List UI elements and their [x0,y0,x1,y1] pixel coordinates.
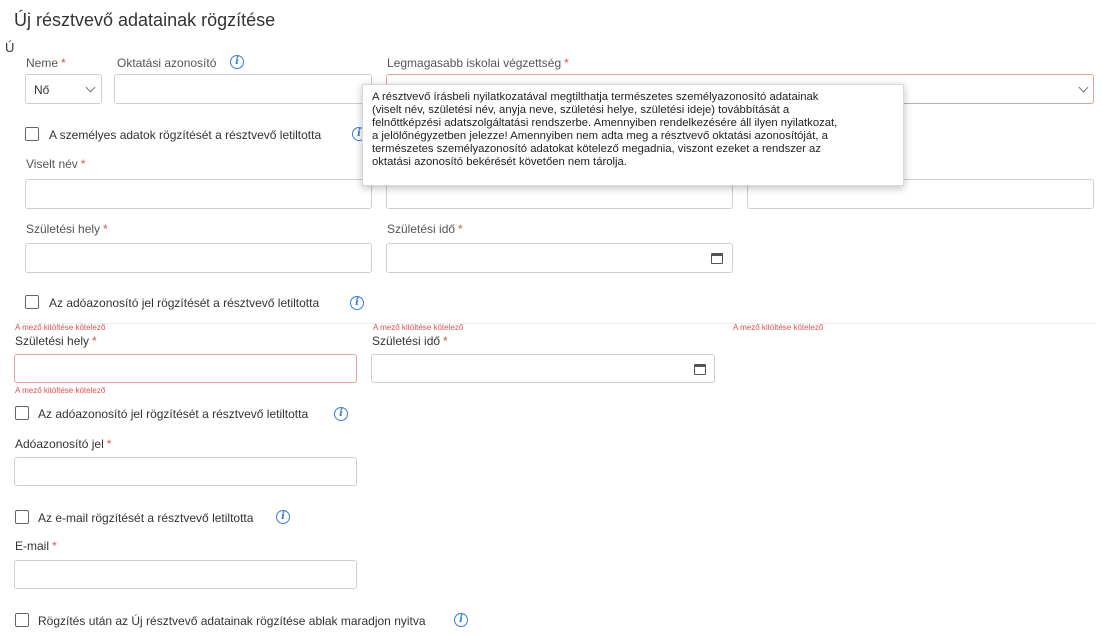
divider [14,323,1096,324]
tax-id-block-checkbox[interactable] [15,406,29,420]
birth-place-label: Születési hely * [15,334,97,348]
tax-id-block-label: Az adóazonosító jel rögzítését a résztve… [38,407,309,421]
calendar-icon [711,253,723,264]
tooltip-line: felnőttképzési adatszolgáltatási rendsze… [372,117,838,129]
chevron-down-icon [85,82,96,93]
keep-open-label: Rögzítés után az Új résztvevő adatainak … [38,614,426,628]
worn-name-input[interactable] [25,179,372,209]
personal-data-block-checkbox[interactable] [25,127,39,141]
keep-open-info-icon[interactable]: i [454,613,468,627]
email-info-icon[interactable]: i [276,510,290,524]
error-text: A mező kitöltése kötelező [15,386,106,395]
gender-label: Neme * [26,56,66,70]
email-label: E-mail * [15,539,57,553]
tax-id-block-checkbox[interactable] [25,295,39,309]
education-id-label: Oktatási azonosító [117,56,217,70]
tax-id-info-icon[interactable]: i [334,407,348,421]
birth-date-label: Születési idő * [372,334,448,348]
birth-date-input[interactable] [371,354,715,383]
tax-id-input[interactable] [14,457,357,486]
gender-value: Nő [34,83,50,97]
tooltip-line: (viselt név, születési név, anyja neve, … [372,104,790,116]
chevron-down-icon [1078,82,1089,93]
tooltip-line: oktatási azonosító bekérését követően ne… [372,156,627,168]
error-text: A mező kitöltése kötelező [15,323,106,332]
highest-education-label: Legmagasabb iskolai végzettség * [387,56,569,70]
email-input[interactable] [14,560,357,589]
worn-name-label: Viselt név * [26,157,86,171]
birth-date-label: Születési idő * [387,222,463,236]
tooltip-line: a jelölőnégyzetben jelezze! Amennyiben n… [372,130,828,142]
birth-date-input[interactable] [386,243,733,273]
birth-place-input[interactable] [14,354,357,383]
tooltip-line: természetes személyazonosító adatokat kö… [372,143,821,155]
stray-char: Ú [5,40,15,55]
error-text: A mező kitöltése kötelező [373,323,464,332]
tax-id-label: Adóazonosító jel * [15,437,112,451]
birth-place-label: Születési hely * [26,222,108,236]
tax-id-block-label: Az adóazonosító jel rögzítését a résztve… [49,296,320,310]
gender-select[interactable]: Nő [25,74,102,104]
tooltip-line: A résztvevő írásbeli nyilatkozatával meg… [372,91,819,103]
keep-open-checkbox[interactable] [15,613,29,627]
tax-id-info-icon[interactable]: i [350,296,364,310]
page-title: Új résztvevő adatainak rögzítése [14,10,276,30]
error-text: A mező kitöltése kötelező [733,323,824,332]
birth-place-input[interactable] [25,243,372,273]
email-block-label: Az e-mail rögzítését a résztvevő letilto… [38,511,254,525]
personal-data-block-label: A személyes adatok rögzítését a résztvev… [49,128,322,142]
calendar-icon [694,364,706,375]
personal-data-tooltip: A résztvevő írásbeli nyilatkozatával meg… [362,84,904,186]
education-id-input[interactable] [114,74,372,104]
email-block-checkbox[interactable] [15,510,29,524]
education-id-info-icon[interactable]: i [230,55,244,69]
